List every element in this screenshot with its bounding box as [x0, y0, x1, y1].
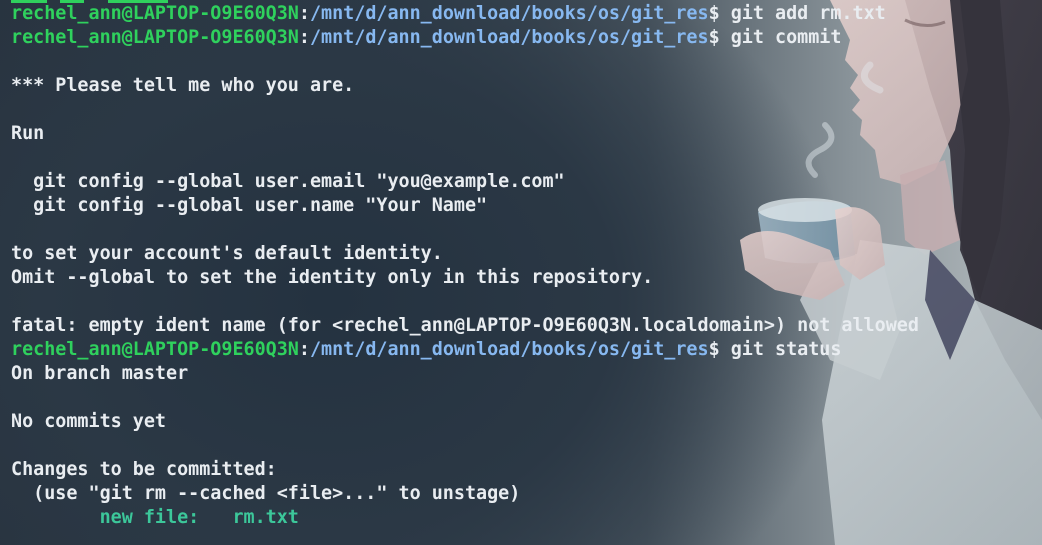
- prompt-user-host: rechel_ann@LAPTOP-O9E60Q3N: [11, 339, 299, 360]
- output-line: git config --global user.name "Your Name…: [11, 194, 1042, 218]
- output-text: Changes to be committed:: [11, 459, 277, 480]
- output-line: *** Please tell me who you are.: [11, 74, 1042, 98]
- prompt-symbol: $: [708, 339, 720, 360]
- prompt-path: /mnt/d/ann_download/books/os/git_res: [309, 27, 709, 48]
- output-text: On branch master: [11, 363, 189, 384]
- output-text: Omit --global to set the identity only i…: [11, 267, 654, 288]
- output-line: Changes to be committed:: [11, 458, 1042, 482]
- output-text: fatal: empty ident name (for <rechel_ann…: [11, 315, 919, 336]
- output-line: On branch master: [11, 362, 1042, 386]
- staged-label: new file:: [11, 507, 200, 528]
- prompt-line: rechel_ann@LAPTOP-O9E60Q3N:/mnt/d/ann_do…: [11, 338, 1042, 362]
- output-line: Omit --global to set the identity only i…: [11, 266, 1042, 290]
- prompt-user-host: rechel_ann@LAPTOP-O9E60Q3N: [11, 3, 299, 24]
- output-text: to set your account's default identity.: [11, 243, 443, 264]
- prompt-line: rechel_ann@LAPTOP-O9E60Q3N:/mnt/d/ann_do…: [11, 2, 1042, 26]
- command-text: git status: [719, 339, 842, 360]
- output-line: (use "git rm --cached <file>..." to unst…: [11, 482, 1042, 506]
- prompt-separator: :: [298, 339, 310, 360]
- output-line: git config --global user.email "you@exam…: [11, 170, 1042, 194]
- output-line: fatal: empty ident name (for <rechel_ann…: [11, 314, 1042, 338]
- output-text: No commits yet: [11, 411, 167, 432]
- staged-file-name: rm.txt: [199, 507, 299, 528]
- prompt-separator: :: [298, 27, 310, 48]
- output-line: Run: [11, 122, 1042, 146]
- output-text: (use "git rm --cached <file>..." to unst…: [11, 483, 521, 504]
- output-text: git config --global user.name "Your Name…: [11, 195, 488, 216]
- output-text: git config --global user.email "you@exam…: [11, 171, 565, 192]
- prompt-path: /mnt/d/ann_download/books/os/git_res: [309, 3, 709, 24]
- terminal-output[interactable]: rechel_ann@LAPTOP-O9E60Q3N:/mnt/d/ann_do…: [11, 2, 1042, 545]
- output-text: Run: [11, 123, 45, 144]
- prompt-symbol: $: [708, 27, 720, 48]
- prompt-symbol: $: [708, 3, 720, 24]
- command-text: git add rm.txt: [719, 3, 886, 24]
- prompt-separator: :: [298, 3, 310, 24]
- command-text: git commit: [719, 27, 842, 48]
- prompt-user-host: rechel_ann@LAPTOP-O9E60Q3N: [11, 27, 299, 48]
- staged-file-line: new file: rm.txt: [11, 506, 1042, 530]
- prompt-line: rechel_ann@LAPTOP-O9E60Q3N:/mnt/d/ann_do…: [11, 26, 1042, 50]
- output-text: *** Please tell me who you are.: [11, 75, 355, 96]
- output-line: No commits yet: [11, 410, 1042, 434]
- prompt-path: /mnt/d/ann_download/books/os/git_res: [309, 339, 709, 360]
- output-line: to set your account's default identity.: [11, 242, 1042, 266]
